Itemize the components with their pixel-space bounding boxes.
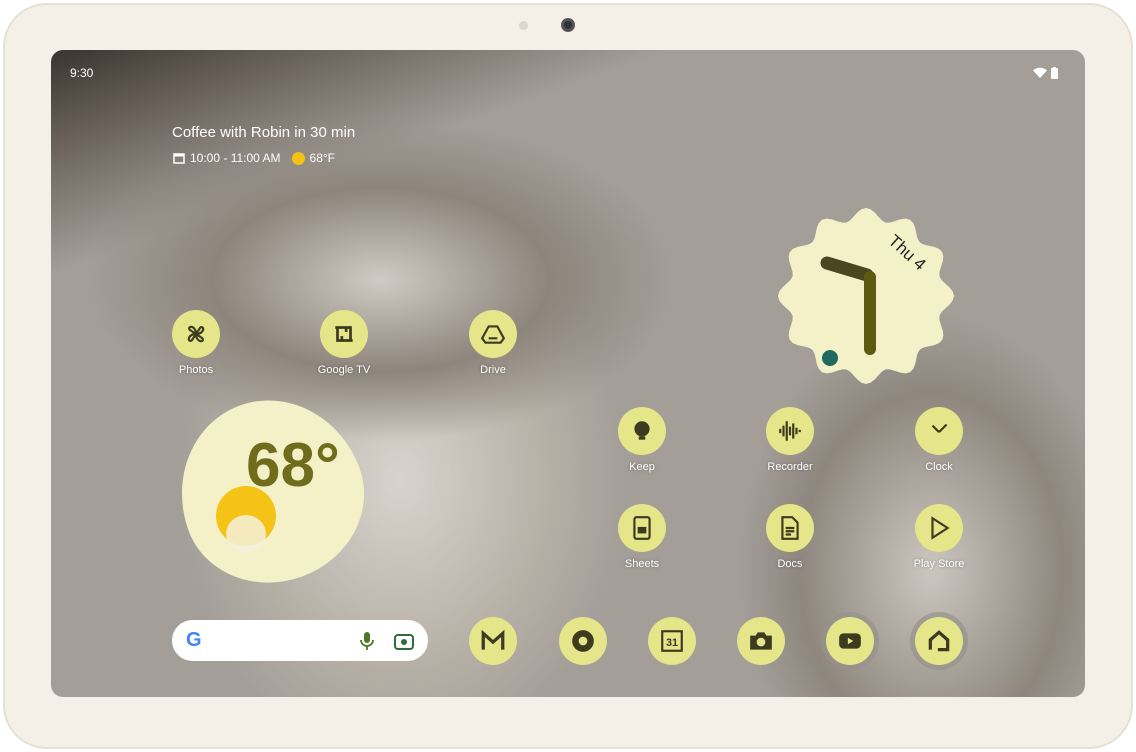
- google-g-icon: G: [186, 629, 202, 651]
- app-label: Play Store: [913, 558, 965, 570]
- app-keep[interactable]: Keep: [592, 407, 692, 473]
- app-label: Google TV: [317, 364, 371, 376]
- gmail-icon: [469, 617, 517, 665]
- sunny-icon: [291, 151, 305, 165]
- event-temp: 68°F: [309, 151, 335, 165]
- wifi-icon: [1033, 67, 1047, 78]
- pinwheel-icon: [172, 310, 220, 358]
- mic-icon[interactable]: [360, 631, 374, 651]
- app-drive[interactable]: Drive: [443, 310, 543, 376]
- docs-icon: [766, 504, 814, 552]
- event-time: 10:00 - 11:00 AM: [190, 151, 281, 165]
- dock-gmail[interactable]: [469, 617, 517, 665]
- event-title[interactable]: Coffee with Robin in 30 min: [172, 124, 355, 141]
- svg-text:31: 31: [666, 637, 678, 649]
- camera-icon: [737, 617, 785, 665]
- lens-icon[interactable]: [394, 632, 414, 650]
- sheets-icon: [618, 504, 666, 552]
- dock-youtube[interactable]: [826, 617, 874, 665]
- app-clock[interactable]: Clock: [889, 407, 989, 473]
- chrome-icon: [559, 617, 607, 665]
- drive-icon: [469, 310, 517, 358]
- dock-camera[interactable]: [737, 617, 785, 665]
- app-label: Keep: [629, 461, 655, 473]
- app-docs[interactable]: Docs: [740, 504, 840, 570]
- camera-lens-icon: [561, 18, 575, 32]
- app-label: Clock: [925, 461, 953, 473]
- home-icon: [915, 617, 963, 665]
- dock-chrome[interactable]: [559, 617, 607, 665]
- sensor-icon: [519, 21, 528, 30]
- app-sheets[interactable]: Sheets: [592, 504, 692, 570]
- calendar-icon: 31: [648, 617, 696, 665]
- youtube-icon: [826, 617, 874, 665]
- app-label: Docs: [777, 558, 803, 570]
- status-icons: [1033, 67, 1058, 79]
- search-bar[interactable]: G: [172, 620, 428, 661]
- dock-calendar[interactable]: 31: [648, 617, 696, 665]
- app-label: Recorder: [767, 461, 813, 473]
- calendar-icon: [173, 153, 185, 164]
- app-play-store[interactable]: Play Store: [889, 504, 989, 570]
- clock-widget[interactable]: Thu 4: [775, 205, 957, 387]
- clock-widget-shape: [778, 208, 954, 384]
- app-label: Photos: [178, 364, 214, 376]
- weather-cloud-icon: [226, 515, 266, 553]
- status-time: 9:30: [70, 66, 94, 80]
- app-google-tv[interactable]: Google TV: [294, 310, 394, 376]
- play-store-icon: [915, 504, 963, 552]
- app-recorder[interactable]: Recorder: [740, 407, 840, 473]
- app-label: Sheets: [624, 558, 660, 570]
- dock-home[interactable]: [915, 617, 963, 665]
- clock-icon: [915, 407, 963, 455]
- waveform-icon: [766, 407, 814, 455]
- event-details[interactable]: 10:00 - 11:00 AM 68°F: [173, 151, 335, 165]
- app-photos[interactable]: Photos: [146, 310, 246, 376]
- app-label: Drive: [480, 364, 506, 376]
- lightbulb-icon: [618, 407, 666, 455]
- google-tv-icon: [320, 310, 368, 358]
- battery-icon: [1051, 67, 1058, 79]
